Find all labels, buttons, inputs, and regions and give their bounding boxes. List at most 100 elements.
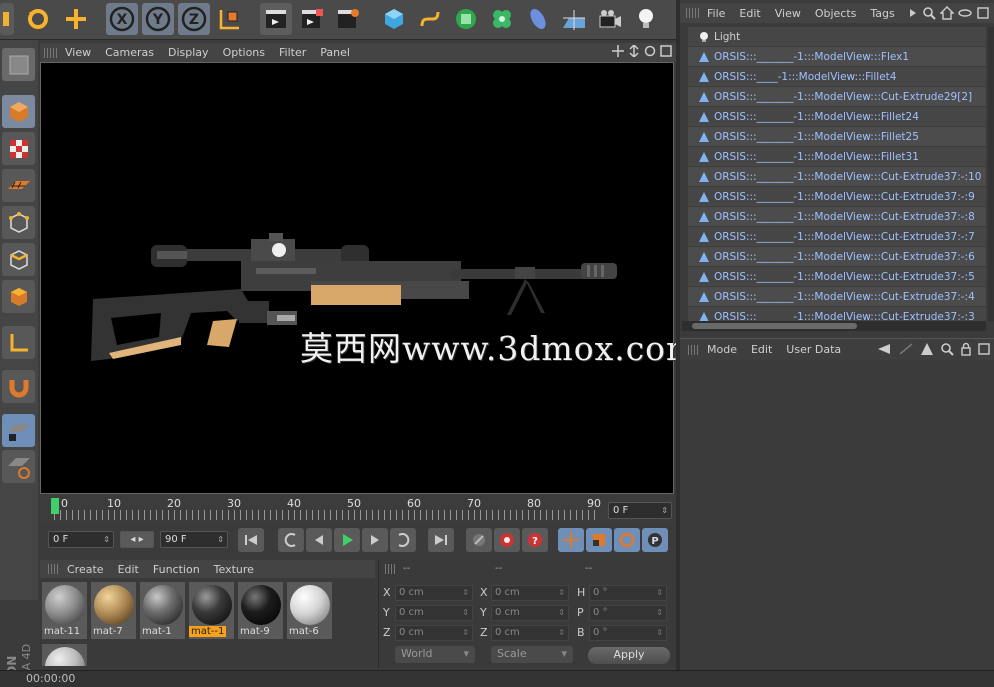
- object-row[interactable]: ORSIS:::_______-1:::ModelView:::Cut-Extr…: [688, 267, 986, 287]
- menu-tags[interactable]: Tags: [863, 7, 901, 20]
- workplane-alignment-button[interactable]: [2, 450, 35, 483]
- menu-texture[interactable]: Texture: [207, 563, 261, 576]
- panel-grip[interactable]: [44, 47, 58, 58]
- object-row[interactable]: ORSIS:::_______-1:::ModelView:::Cut-Extr…: [688, 227, 986, 247]
- previous-frame-button[interactable]: [306, 528, 332, 552]
- rotation-p-field[interactable]: 0 °: [589, 605, 667, 621]
- scale-key-button[interactable]: [586, 528, 612, 552]
- menu-panel[interactable]: Panel: [313, 46, 357, 59]
- parameter-key-button[interactable]: P: [642, 528, 668, 552]
- go-to-start-button[interactable]: [238, 528, 264, 552]
- polygons-mode-button[interactable]: [2, 280, 35, 313]
- search-icon[interactable]: [922, 6, 936, 20]
- timeline-playhead[interactable]: [51, 498, 59, 514]
- menu-cameras[interactable]: Cameras: [98, 46, 161, 59]
- object-row[interactable]: ORSIS:::_______-1:::ModelView:::Cut-Extr…: [688, 167, 986, 187]
- apply-button[interactable]: Apply: [588, 647, 670, 664]
- home-icon[interactable]: [940, 6, 954, 20]
- pan-icon[interactable]: [612, 45, 624, 57]
- snap-button[interactable]: [2, 370, 35, 403]
- material-swatch-partial[interactable]: [42, 644, 87, 666]
- x-axis-button[interactable]: X: [106, 3, 138, 35]
- menu-edit[interactable]: Edit: [111, 563, 146, 576]
- lock-workplane-button[interactable]: [2, 414, 35, 447]
- axis-mode-button[interactable]: [2, 326, 35, 359]
- menu-create[interactable]: Create: [60, 563, 111, 576]
- model-mode-button[interactable]: [2, 95, 35, 128]
- menu-objects[interactable]: Objects: [808, 7, 864, 20]
- next-key-button[interactable]: [390, 528, 416, 552]
- material-swatch[interactable]: mat-1: [140, 582, 185, 639]
- lock-icon[interactable]: [960, 342, 972, 356]
- workplane-mode-button[interactable]: [2, 169, 35, 202]
- previous-key-button[interactable]: [278, 528, 304, 552]
- material-swatch-selected[interactable]: mat--1: [189, 582, 234, 639]
- current-frame-field[interactable]: 0 F ⇕: [608, 502, 672, 519]
- position-y-field[interactable]: 0 cm: [395, 605, 473, 621]
- forward-arrow-icon[interactable]: [898, 342, 914, 356]
- menu-display[interactable]: Display: [161, 46, 216, 59]
- z-axis-button[interactable]: Z: [178, 3, 210, 35]
- object-row[interactable]: ORSIS:::_______-1:::ModelView:::Cut-Extr…: [688, 187, 986, 207]
- view-options-icon[interactable]: [958, 6, 972, 20]
- object-list-vertical-scrollbar[interactable]: [988, 27, 994, 321]
- spline-button[interactable]: [414, 3, 446, 35]
- menu-edit[interactable]: Edit: [732, 7, 767, 20]
- object-row[interactable]: ORSIS:::_______-1:::ModelView:::Fillet25: [688, 127, 986, 147]
- floor-button[interactable]: [558, 3, 590, 35]
- object-row[interactable]: ORSIS:::_______-1:::ModelView:::Cut-Extr…: [688, 287, 986, 307]
- panel-grip[interactable]: [48, 564, 60, 574]
- cloner-button[interactable]: [486, 3, 518, 35]
- object-row[interactable]: Light: [688, 27, 986, 47]
- render-settings-button[interactable]: [332, 3, 364, 35]
- new-panel-icon[interactable]: [978, 342, 990, 356]
- position-x-field[interactable]: 0 cm: [395, 585, 473, 601]
- size-z-field[interactable]: 0 cm: [491, 625, 569, 641]
- rotation-key-button[interactable]: [614, 528, 640, 552]
- up-arrow-icon[interactable]: [920, 342, 934, 356]
- next-frame-button[interactable]: [362, 528, 388, 552]
- edges-mode-button[interactable]: [2, 243, 35, 276]
- menu-mode[interactable]: Mode: [700, 343, 744, 356]
- object-row[interactable]: ORSIS:::_______-1:::ModelView:::Flex1: [688, 47, 986, 67]
- menu-function[interactable]: Function: [146, 563, 207, 576]
- partial-tool-button[interactable]: [0, 3, 14, 35]
- object-row[interactable]: ORSIS:::_______-1:::ModelView:::Cut-Extr…: [688, 87, 986, 107]
- size-x-field[interactable]: 0 cm: [491, 585, 569, 601]
- rotation-h-field[interactable]: 0 °: [589, 585, 667, 601]
- panel-grip[interactable]: [688, 344, 700, 355]
- rotation-b-field[interactable]: 0 °: [589, 625, 667, 641]
- position-z-field[interactable]: 0 cm: [395, 625, 473, 641]
- render-view-button[interactable]: [260, 3, 292, 35]
- menu-user-data[interactable]: User Data: [779, 343, 848, 356]
- object-row[interactable]: ORSIS:::_______-1:::ModelView:::Cut-Extr…: [688, 207, 986, 227]
- search-icon[interactable]: [940, 342, 954, 356]
- perspective-viewport[interactable]: [40, 62, 674, 494]
- size-y-field[interactable]: 0 cm: [491, 605, 569, 621]
- menu-more-arrow-icon[interactable]: [908, 6, 918, 20]
- scrollbar-thumb[interactable]: [692, 323, 857, 329]
- render-to-picture-viewer-button[interactable]: [296, 3, 328, 35]
- menu-view[interactable]: View: [768, 7, 808, 20]
- menu-view[interactable]: View: [58, 46, 98, 59]
- camera-button[interactable]: [594, 3, 626, 35]
- start-frame-field[interactable]: 0 F ⇕: [48, 531, 114, 548]
- object-row[interactable]: ORSIS:::_______-1:::ModelView:::Cut-Extr…: [688, 307, 986, 321]
- keyframe-selection-button[interactable]: ?: [522, 528, 548, 552]
- new-panel-icon[interactable]: [976, 6, 990, 20]
- object-row[interactable]: ORSIS:::_______-1:::ModelView:::Cut-Extr…: [688, 247, 986, 267]
- undo-button[interactable]: [22, 3, 54, 35]
- y-axis-button[interactable]: Y: [142, 3, 174, 35]
- menu-edit[interactable]: Edit: [744, 343, 779, 356]
- coordinate-system-button[interactable]: [214, 3, 246, 35]
- object-row[interactable]: ORSIS:::_______-1:::ModelView:::Fillet24: [688, 107, 986, 127]
- make-editable-button[interactable]: [2, 48, 35, 81]
- material-swatch[interactable]: mat-6: [287, 582, 332, 639]
- frame-range-slider[interactable]: ◂ ▸: [120, 531, 154, 548]
- dolly-icon[interactable]: [628, 45, 640, 57]
- move-tool-button[interactable]: [60, 3, 92, 35]
- object-row[interactable]: ORSIS:::_______-1:::ModelView:::Fillet31: [688, 147, 986, 167]
- timeline-ruler[interactable]: 0 10 20 30 40 50 60 70 80 90 0 F ⇕: [40, 496, 676, 524]
- panel-grip[interactable]: [686, 8, 700, 18]
- play-forward-button[interactable]: [334, 528, 360, 552]
